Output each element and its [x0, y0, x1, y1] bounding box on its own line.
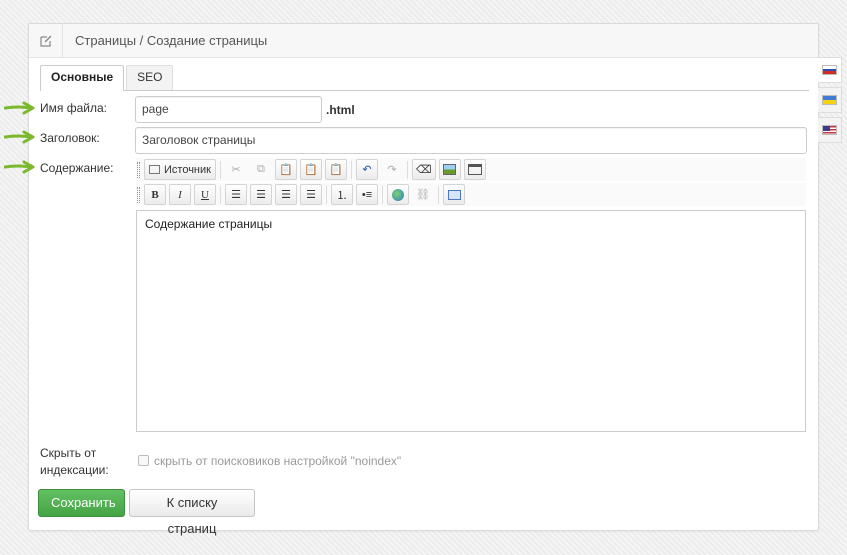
align-justify-icon[interactable]: ☰ [300, 184, 322, 205]
toolbar-grip [137, 186, 140, 203]
flag-ua-icon[interactable] [818, 87, 842, 113]
save-button[interactable]: Сохранить [38, 489, 125, 517]
cut-icon[interactable]: ✂ [225, 159, 247, 180]
language-tabs [818, 57, 842, 147]
align-left-icon[interactable]: ☰ [225, 184, 247, 205]
underline-button[interactable]: U [194, 184, 216, 205]
editor-content-area[interactable]: Содержание страницы [136, 210, 806, 432]
remove-format-icon[interactable]: ⌫ [411, 159, 436, 180]
noindex-checkbox[interactable] [138, 455, 149, 466]
filename-label: Имя файла: [40, 101, 107, 115]
paste-text-icon[interactable]: 📋 [299, 159, 322, 180]
page-title: Страницы / Создание страницы [75, 33, 268, 48]
arrow-right-icon [4, 101, 35, 115]
flag-ru-icon[interactable] [818, 57, 842, 83]
content-editor: Источник ✂ ⧉ 📋 📋 📋 ↶ ↷ ⌫ B I U ☰ ☰ ☰ ☰ ⒈… [136, 158, 806, 432]
link-icon[interactable] [387, 184, 409, 205]
bold-button[interactable]: B [144, 184, 166, 205]
tab-main[interactable]: Основные [40, 65, 125, 91]
flag-us-icon[interactable] [818, 117, 842, 143]
edit-icon [29, 23, 63, 58]
unlink-icon[interactable]: ⛓ [412, 184, 434, 205]
arrow-right-icon [4, 160, 35, 174]
source-button[interactable]: Источник [144, 159, 216, 180]
content-label: Содержание: [40, 161, 114, 175]
back-to-list-button[interactable]: К списку страниц [129, 489, 255, 536]
paste-icon[interactable]: 📋 [274, 159, 297, 180]
redo-icon[interactable]: ↷ [381, 159, 403, 180]
undo-icon[interactable]: ↶ [355, 159, 378, 180]
numbered-list-icon[interactable]: ⒈ [331, 184, 353, 205]
filename-suffix: .html [326, 103, 355, 117]
editor-toolbar-row-2: B I U ☰ ☰ ☰ ☰ ⒈ •≡ ⛓ [136, 183, 806, 206]
table-icon[interactable] [463, 159, 486, 180]
align-right-icon[interactable]: ☰ [275, 184, 297, 205]
title-input[interactable]: Заголовок страницы [135, 127, 807, 154]
copy-icon[interactable]: ⧉ [250, 159, 272, 180]
title-label: Заголовок: [40, 131, 100, 145]
tab-seo[interactable]: SEO [126, 65, 174, 90]
hide-index-label: Скрыть от индексации: [40, 446, 109, 477]
paste-word-icon[interactable]: 📋 [324, 159, 347, 180]
align-center-icon[interactable]: ☰ [250, 184, 272, 205]
maximize-icon[interactable] [443, 184, 465, 205]
image-icon[interactable] [438, 159, 461, 180]
tab-bar: Основные SEO [40, 65, 809, 91]
bulleted-list-icon[interactable]: •≡ [356, 184, 378, 205]
source-icon [149, 165, 160, 174]
toolbar-grip [137, 161, 140, 178]
panel-header: Страницы / Создание страницы [29, 23, 818, 58]
editor-toolbar-row-1: Источник ✂ ⧉ 📋 📋 📋 ↶ ↷ ⌫ [136, 158, 806, 181]
italic-button[interactable]: I [169, 184, 191, 205]
noindex-checkbox-label[interactable]: скрыть от поисковиков настройкой "noinde… [154, 454, 401, 468]
arrow-right-icon [4, 130, 35, 144]
filename-input[interactable]: page [135, 96, 322, 123]
